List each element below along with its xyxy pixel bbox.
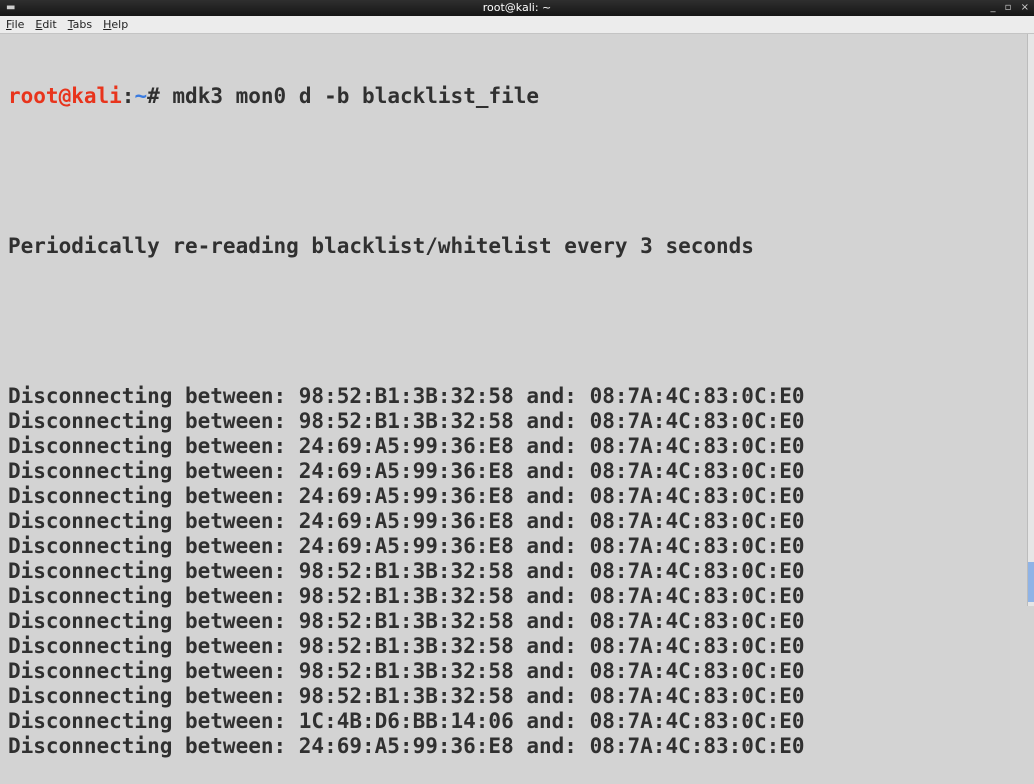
output-line: Disconnecting between: 98:52:B1:3B:32:58… [8, 684, 805, 708]
vertical-scrollbar[interactable] [1027, 34, 1034, 606]
output-line: Disconnecting between: 98:52:B1:3B:32:58… [8, 559, 805, 583]
window-titlebar[interactable]: ▬ root@kali: ~ _ ▫ × [0, 0, 1034, 16]
prompt-separator: : [121, 84, 135, 108]
output-line: Disconnecting between: 24:69:A5:99:36:E8… [8, 459, 805, 483]
menu-file[interactable]: File [0, 16, 29, 33]
output-line: Disconnecting between: 98:52:B1:3B:32:58… [8, 384, 805, 408]
output-line: Disconnecting between: 1C:4B:D6:BB:14:06… [8, 709, 805, 733]
output-line: Disconnecting between: 98:52:B1:3B:32:58… [8, 659, 805, 683]
output-line: Disconnecting between: 24:69:A5:99:36:E8… [8, 534, 805, 558]
prompt-symbol: # [147, 84, 173, 108]
info-line: Periodically re-reading blacklist/whitel… [8, 234, 754, 258]
output-line: Disconnecting between: 98:52:B1:3B:32:58… [8, 584, 805, 608]
output-line: Disconnecting between: 98:52:B1:3B:32:58… [8, 609, 805, 633]
menu-help[interactable]: Help [97, 16, 133, 33]
window-title: root@kali: ~ [482, 1, 552, 14]
prompt-path: ~ [134, 84, 148, 108]
terminal-output[interactable]: root@kali:~# mdk3 mon0 d -b blacklist_fi… [0, 34, 1028, 758]
prompt-line: root@kali:~# mdk3 mon0 d -b blacklist_fi… [8, 84, 1028, 109]
window-controls[interactable]: _ ▫ × [990, 1, 1032, 15]
output-line: Disconnecting between: 98:52:B1:3B:32:58… [8, 634, 805, 658]
prompt-user: root@kali [8, 84, 122, 108]
menu-tabs[interactable]: Tabs [62, 16, 97, 33]
menu-edit[interactable]: Edit [29, 16, 61, 33]
output-line: Disconnecting between: 24:69:A5:99:36:E8… [8, 484, 805, 508]
output-lines: Disconnecting between: 98:52:B1:3B:32:58… [8, 384, 1028, 759]
output-line: Disconnecting between: 24:69:A5:99:36:E8… [8, 734, 805, 758]
menu-bar: File Edit Tabs Help [0, 16, 1034, 34]
output-line: Disconnecting between: 24:69:A5:99:36:E8… [8, 509, 805, 533]
output-line: Disconnecting between: 24:69:A5:99:36:E8… [8, 434, 805, 458]
command-text: mdk3 mon0 d -b blacklist_file [172, 84, 540, 108]
output-line: Disconnecting between: 98:52:B1:3B:32:58… [8, 409, 805, 433]
scrollbar-thumb[interactable] [1028, 562, 1034, 602]
